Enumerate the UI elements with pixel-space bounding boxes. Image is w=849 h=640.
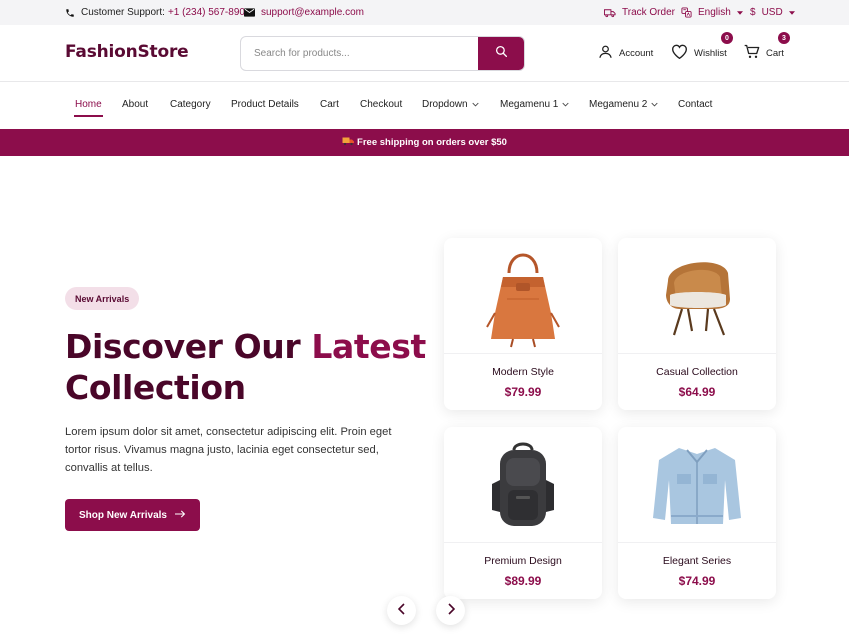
arrow-right-icon — [175, 509, 186, 521]
dollar-icon: $ — [750, 7, 756, 18]
search-input[interactable] — [241, 37, 479, 70]
product-name: Premium Design — [484, 555, 562, 567]
chevron-down-icon — [471, 99, 479, 110]
nav-label: About — [122, 99, 149, 110]
nav-label: Product Details — [231, 99, 299, 110]
translate-icon — [681, 7, 692, 18]
product-image-chair — [618, 238, 776, 354]
search-icon — [495, 45, 508, 63]
currency-label: USD — [761, 7, 783, 18]
product-price: $64.99 — [678, 385, 716, 399]
chevron-down-icon — [736, 10, 743, 15]
account-label: Account — [619, 47, 654, 59]
wishlist-button[interactable]: Wishlist — [671, 44, 727, 62]
currency-selector[interactable]: $ USD — [750, 0, 795, 25]
phone-icon — [65, 8, 75, 18]
nav-item-cart[interactable]: Cart — [320, 99, 339, 110]
hero-title-part1: Discover Our — [65, 327, 312, 366]
support-label: Customer Support: — [81, 7, 165, 18]
mail-icon — [244, 8, 255, 17]
nav-item-megamenu-2[interactable]: Megamenu 2 — [589, 99, 658, 110]
banner-text: Free shipping on orders over $50 — [357, 137, 507, 148]
nav-label: Category — [170, 99, 211, 110]
hero-title-highlight: Latest — [311, 327, 426, 366]
nav-label: Contact — [678, 99, 713, 110]
nav-item-product-details[interactable]: Product Details — [231, 99, 299, 110]
product-card[interactable]: Casual Collection $64.99 — [618, 238, 776, 410]
carousel-prev-button[interactable] — [387, 596, 416, 625]
chevron-down-icon — [788, 10, 795, 15]
track-order-link[interactable]: Track Order — [604, 0, 675, 25]
nav-item-about[interactable]: About — [122, 99, 148, 110]
truck-icon — [342, 136, 355, 149]
nav-label: Dropdown — [422, 99, 468, 110]
account-button[interactable]: Account — [598, 44, 653, 62]
hero-description: Lorem ipsum dolor sit amet, consectetur … — [65, 426, 392, 474]
cart-count-badge: 3 — [778, 32, 790, 44]
search-bar — [240, 36, 525, 71]
nav-label: Megamenu 1 — [500, 99, 559, 110]
support-email-link[interactable]: support@example.com — [261, 7, 364, 18]
language-label: English — [698, 7, 731, 18]
carousel-next-button[interactable] — [436, 596, 465, 625]
product-name: Modern Style — [492, 366, 554, 378]
product-card[interactable]: Premium Design $89.99 — [444, 427, 602, 599]
hero-title-part2: Collection — [65, 368, 246, 407]
product-card[interactable]: Modern Style $79.99 — [444, 238, 602, 410]
nav-item-category[interactable]: Category — [170, 99, 211, 110]
nav-item-megamenu-1[interactable]: Megamenu 1 — [500, 99, 569, 110]
product-image-denim-jacket — [618, 427, 776, 543]
new-arrivals-badge: New Arrivals — [65, 287, 140, 310]
product-name: Casual Collection — [656, 366, 738, 378]
wishlist-label: Wishlist — [694, 47, 727, 59]
language-selector[interactable]: English — [681, 0, 743, 25]
heart-icon — [671, 44, 688, 62]
cart-icon — [744, 44, 760, 62]
main-header: FashionStore Account Wishlist 0 Cart 3 — [0, 25, 849, 82]
nav-item-contact[interactable]: Contact — [678, 99, 712, 110]
chevron-down-icon — [651, 99, 658, 110]
track-order-label: Track Order — [622, 7, 675, 18]
support-contact: Customer Support: +1 (234) 567-890 — [65, 0, 245, 25]
promo-banner: Free shipping on orders over $50 — [0, 129, 849, 156]
top-bar: Customer Support: +1 (234) 567-890 suppo… — [0, 0, 849, 25]
chevron-right-icon — [447, 602, 455, 620]
product-price: $89.99 — [504, 574, 542, 588]
product-price: $74.99 — [678, 574, 716, 588]
cta-label: Shop New Arrivals — [79, 509, 167, 521]
product-card[interactable]: Elegant Series $74.99 — [618, 427, 776, 599]
product-image-handbag — [444, 238, 602, 354]
wishlist-count-badge: 0 — [721, 32, 733, 44]
product-name: Elegant Series — [662, 555, 732, 567]
user-icon — [598, 44, 613, 62]
cart-button[interactable]: Cart — [744, 44, 784, 62]
chevron-left-icon — [397, 602, 406, 620]
nav-item-home[interactable]: Home — [75, 99, 102, 110]
nav-label: Cart — [320, 99, 339, 110]
nav-label: Checkout — [360, 99, 403, 110]
search-button[interactable] — [478, 37, 524, 70]
chevron-down-icon — [562, 99, 569, 110]
site-logo[interactable]: FashionStore — [65, 42, 189, 62]
support-email[interactable]: support@example.com — [244, 0, 364, 25]
main-navigation: Home About Category Product Details Cart… — [0, 82, 849, 129]
product-image-backpack — [444, 427, 602, 543]
active-nav-underline — [74, 115, 103, 117]
truck-icon — [604, 8, 616, 18]
product-price: $79.99 — [504, 385, 542, 399]
support-phone-link[interactable]: +1 (234) 567-890 — [168, 7, 245, 18]
shop-new-arrivals-button[interactable]: Shop New Arrivals — [65, 499, 200, 531]
nav-item-checkout[interactable]: Checkout — [360, 99, 402, 110]
nav-label: Home — [75, 99, 102, 110]
cart-label: Cart — [766, 47, 784, 59]
nav-item-dropdown[interactable]: Dropdown — [422, 99, 479, 110]
nav-label: Megamenu 2 — [589, 99, 648, 110]
hero-title: Discover Our Latest Collection — [65, 326, 445, 408]
